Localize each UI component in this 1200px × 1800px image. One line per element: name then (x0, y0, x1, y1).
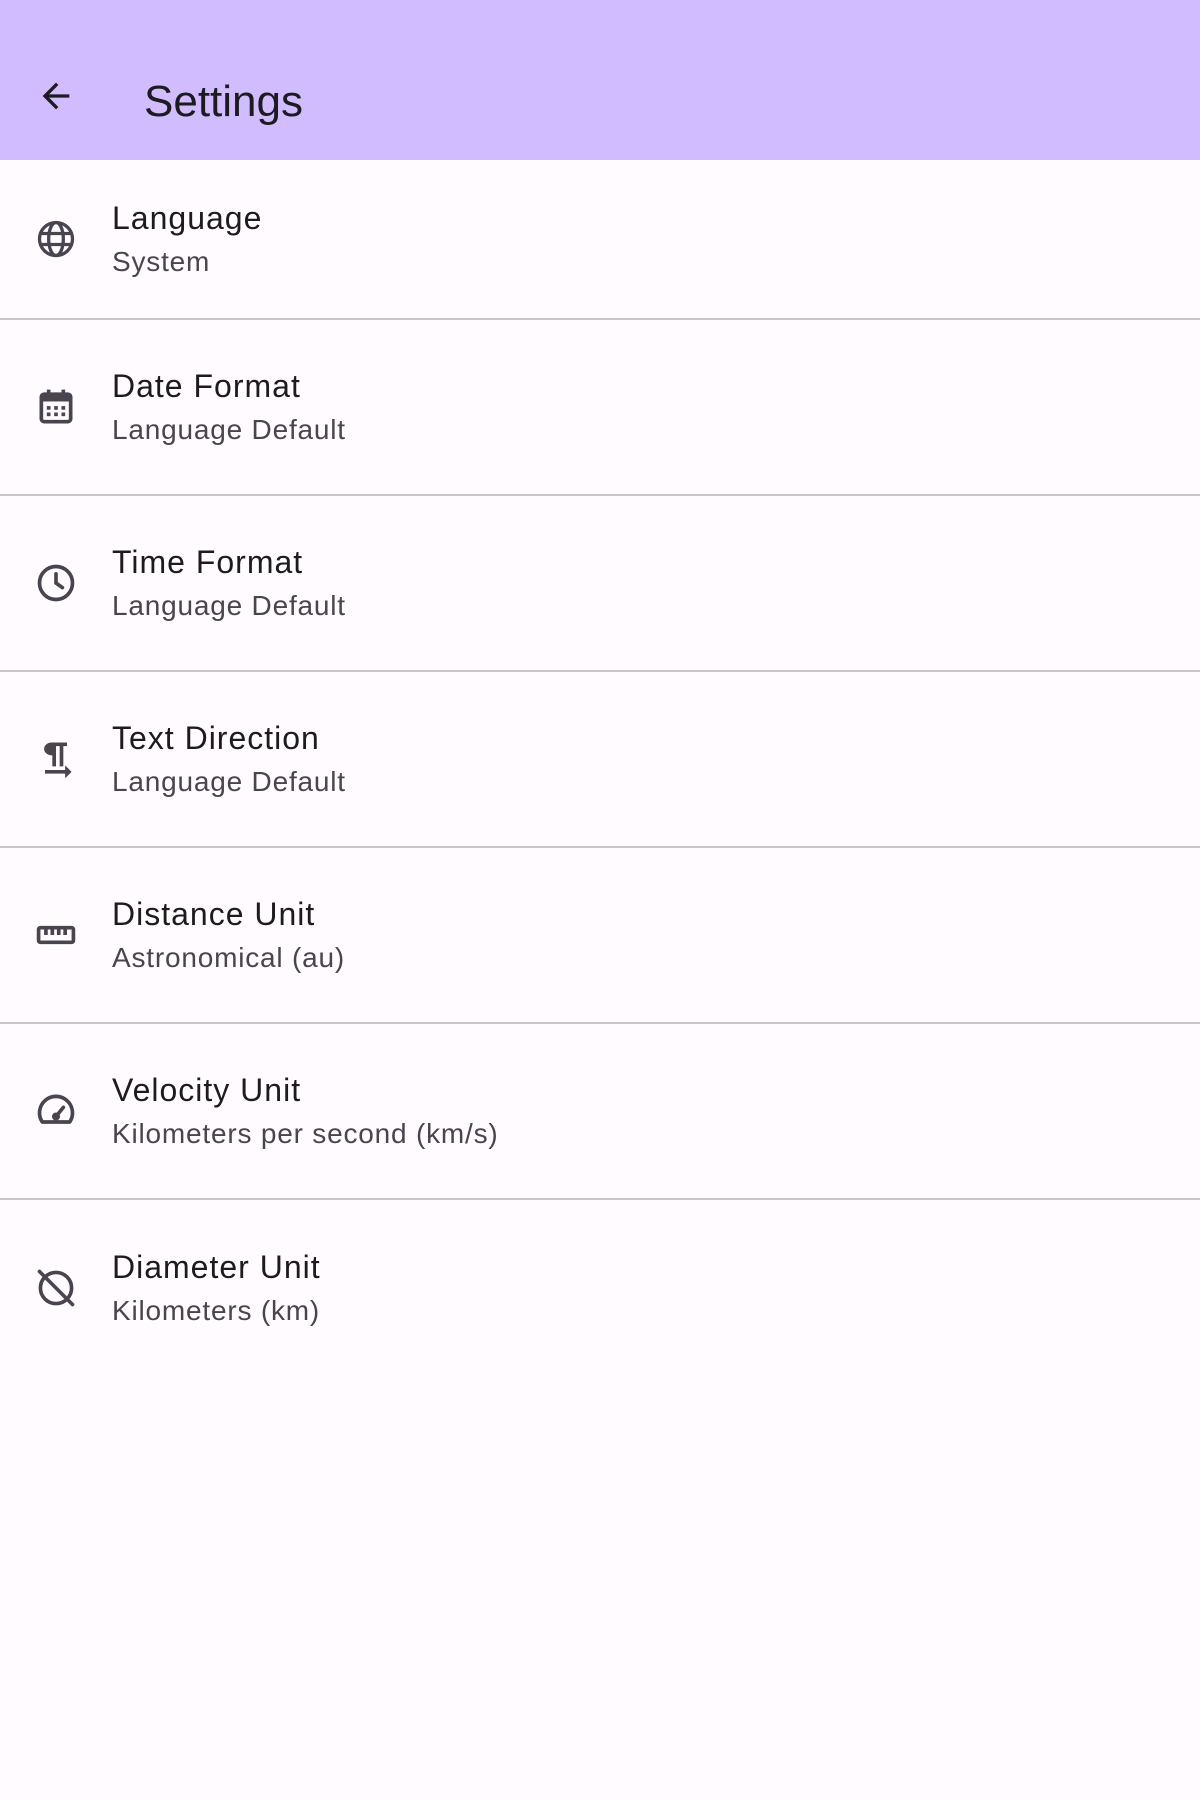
setting-value: Language Default (112, 590, 346, 621)
calendar-icon (32, 383, 80, 431)
ruler-icon (32, 911, 80, 959)
setting-language[interactable]: Language System (0, 160, 1200, 320)
setting-text-direction[interactable]: Text Direction Language Default (0, 672, 1200, 848)
arrow-back-icon (42, 82, 70, 110)
setting-velocity-unit[interactable]: Velocity Unit Kilometers per second (km/… (0, 1024, 1200, 1200)
text-direction-icon (32, 735, 80, 783)
setting-value: Astronomical (au) (112, 942, 346, 973)
setting-value: Kilometers per second (km/s) (112, 1118, 499, 1149)
diameter-off-icon (32, 1264, 80, 1312)
speedometer-icon (32, 1087, 80, 1135)
setting-distance-unit[interactable]: Distance Unit Astronomical (au) (0, 848, 1200, 1024)
setting-value: System (112, 246, 211, 277)
setting-diameter-unit[interactable]: Diameter Unit Kilometers (km) (0, 1200, 1200, 1376)
setting-title: Distance Unit (112, 896, 316, 932)
setting-title: Time Format (112, 544, 304, 580)
setting-title: Language (112, 200, 263, 236)
setting-title: Velocity Unit (112, 1072, 302, 1108)
setting-time-format[interactable]: Time Format Language Default (0, 496, 1200, 672)
clock-icon (32, 559, 80, 607)
setting-value: Language Default (112, 414, 346, 445)
globe-icon (32, 215, 80, 263)
setting-value: Language Default (112, 766, 346, 797)
setting-title: Diameter Unit (112, 1249, 321, 1285)
setting-date-format[interactable]: Date Format Language Default (0, 320, 1200, 496)
page-title: Settings (144, 77, 303, 126)
setting-title: Text Direction (112, 720, 320, 756)
settings-list: Language System Date Format Language Def… (0, 160, 1200, 1376)
setting-value: Kilometers (km) (112, 1295, 321, 1326)
back-button[interactable] (24, 64, 88, 128)
top-app-bar: Settings (0, 0, 1200, 160)
setting-title: Date Format (112, 368, 301, 404)
